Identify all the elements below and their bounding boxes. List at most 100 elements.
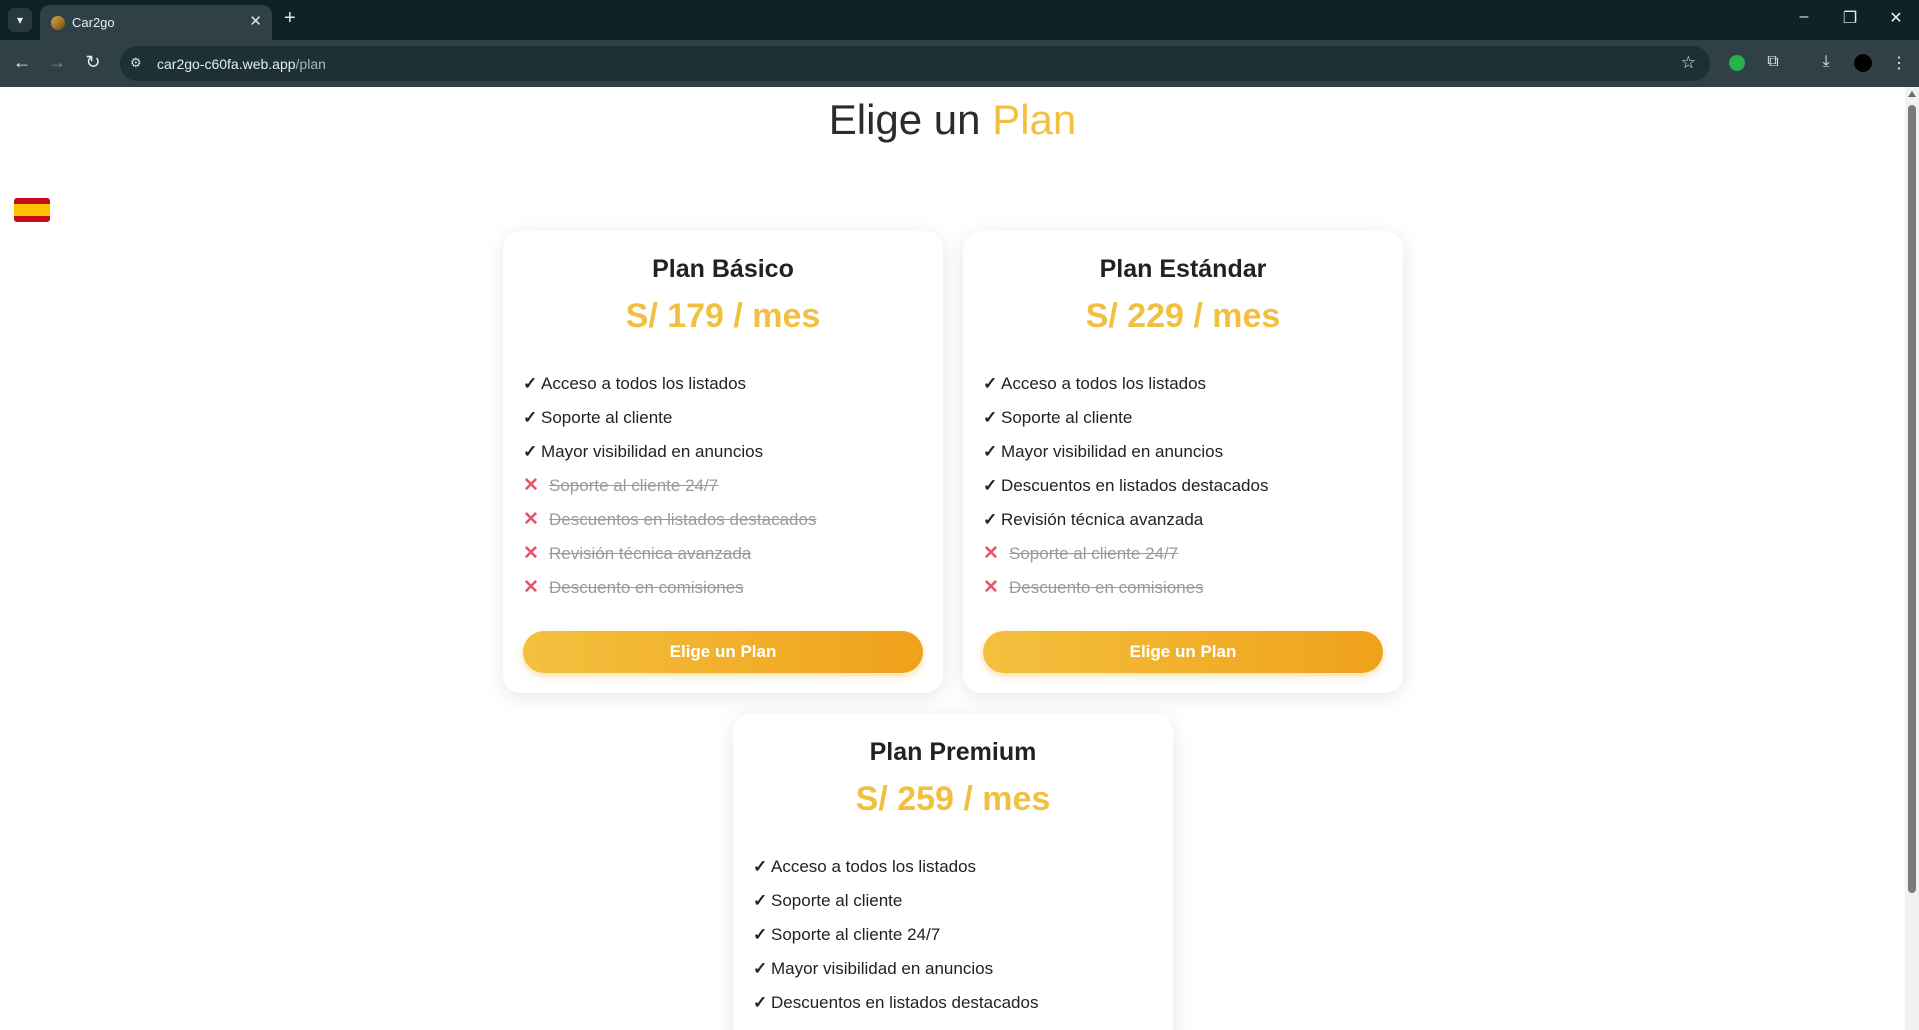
cross-icon: ✕ <box>523 509 539 530</box>
extension-icon[interactable] <box>1729 55 1745 71</box>
plan-name: Plan Básico <box>652 255 794 283</box>
check-icon: ✓ <box>753 891 768 910</box>
avatar[interactable] <box>1853 53 1873 73</box>
browser-toolbar: ← → ↻ ⚙ car2go-c60fa.web.app/plan ☆ ⧉ ⤓ … <box>0 40 1919 87</box>
spain-flag-icon[interactable] <box>14 198 50 222</box>
scroll-up-icon[interactable] <box>1908 91 1916 97</box>
feature-excluded: ✕ Soporte al cliente 24/7 <box>983 537 1268 571</box>
site-info-icon[interactable]: ⚙ <box>130 55 142 71</box>
feature-text: Descuentos en listados destacados <box>771 993 1039 1012</box>
check-icon: ✓ <box>753 959 768 978</box>
feature-included: ✓ Acceso a todos los listados <box>983 367 1268 401</box>
close-icon[interactable]: ✕ <box>249 12 262 30</box>
feature-text: Mayor visibilidad en anuncios <box>1001 442 1224 461</box>
feature-text: Descuento en comisiones <box>1009 578 1204 597</box>
feature-included: ✓ Mayor visibilidad en anuncios <box>753 952 1038 986</box>
choose-plan-button[interactable]: Elige un Plan <box>983 631 1383 673</box>
feature-text: Descuento en comisiones <box>549 578 744 597</box>
check-icon: ✓ <box>523 408 538 427</box>
feature-text: Soporte al cliente 24/7 <box>771 925 941 944</box>
plan-name: Plan Estándar <box>1099 255 1267 283</box>
tab-search-icon[interactable]: ▾ <box>8 8 32 32</box>
url-text[interactable]: car2go-c60fa.web.app/plan <box>157 56 326 72</box>
address-bar[interactable]: ⚙ car2go-c60fa.web.app/plan ☆ <box>120 46 1710 81</box>
minimize-icon[interactable]: – <box>1794 8 1814 26</box>
plus-icon[interactable]: + <box>284 7 296 30</box>
download-icon[interactable]: ⤓ <box>1815 53 1837 71</box>
plan-price: S/ 259 / mes <box>855 780 1051 818</box>
puzzle-icon[interactable]: ⧉ <box>1762 53 1784 71</box>
feature-excluded: ✕ Revisión técnica avanzada <box>523 537 816 571</box>
feature-included: ✓ Mayor visibilidad en anuncios <box>983 435 1268 469</box>
scrollbar-thumb[interactable] <box>1908 105 1916 893</box>
page-viewport: Elige un Plan Plan Básico S/ 179 / mes ✓… <box>0 87 1905 1030</box>
cross-icon: ✕ <box>523 475 539 496</box>
feature-excluded: ✕ Descuento en comisiones <box>523 571 816 605</box>
check-icon: ✓ <box>753 925 768 944</box>
restore-icon[interactable]: ❐ <box>1840 8 1860 28</box>
feature-text: Soporte al cliente <box>541 408 673 427</box>
feature-text: Acceso a todos los listados <box>1001 374 1207 393</box>
feature-list: ✓ Acceso a todos los listados ✓ Soporte al … <box>753 850 1038 1020</box>
cross-icon: ✕ <box>983 577 999 598</box>
feature-list: ✓ Acceso a todos los listados ✓ Soporte al … <box>983 367 1268 605</box>
url-host: car2go-c60fa.web.app <box>157 56 296 72</box>
check-icon: ✓ <box>983 510 998 529</box>
forward-icon[interactable]: → <box>46 52 68 73</box>
feature-text: Revisión técnica avanzada <box>1001 510 1204 529</box>
tab-title: Car2go <box>72 15 115 30</box>
feature-text: Soporte al cliente <box>1001 408 1133 427</box>
page-title-accent: Plan <box>992 96 1077 143</box>
feature-text: Mayor visibilidad en anuncios <box>541 442 764 461</box>
tab-car2go[interactable]: Car2go ✕ <box>40 5 272 40</box>
feature-text: Mayor visibilidad en anuncios <box>771 959 994 978</box>
plan-card-estandar: Plan Estándar S/ 229 / mes ✓ Acceso a tod… <box>963 231 1403 693</box>
page-title-main: Elige un <box>828 96 981 143</box>
choose-plan-button[interactable]: Elige un Plan <box>523 631 923 673</box>
tab-strip: ▾ Car2go ✕ + – ❐ ✕ <box>0 0 1919 40</box>
feature-included: ✓ Acceso a todos los listados <box>753 850 1038 884</box>
feature-included: ✓ Acceso a todos los listados <box>523 367 816 401</box>
feature-excluded: ✕ Descuentos en listados destacados <box>523 503 816 537</box>
feature-text: Soporte al cliente <box>771 891 903 910</box>
check-icon: ✓ <box>753 993 768 1012</box>
cross-icon: ✕ <box>523 577 539 598</box>
url-path: /plan <box>295 56 326 72</box>
feature-included: ✓ Soporte al cliente <box>753 884 1038 918</box>
feature-text: Descuentos en listados destacados <box>549 510 817 529</box>
feature-list: ✓ Acceso a todos los listados ✓ Soporte al … <box>523 367 816 605</box>
star-icon[interactable]: ☆ <box>1681 53 1696 73</box>
check-icon: ✓ <box>983 374 998 393</box>
check-icon: ✓ <box>523 374 538 393</box>
plan-price: S/ 179 / mes <box>625 297 821 335</box>
feature-included: ✓ Descuentos en listados destacados <box>753 986 1038 1020</box>
plan-price: S/ 229 / mes <box>1085 297 1281 335</box>
feature-included: ✓ Soporte al cliente <box>983 401 1268 435</box>
feature-included: ✓ Revisión técnica avanzada <box>983 503 1268 537</box>
cross-icon: ✕ <box>983 543 999 564</box>
feature-included: ✓ Mayor visibilidad en anuncios <box>523 435 816 469</box>
cross-icon: ✕ <box>523 543 539 564</box>
feature-text: Soporte al cliente 24/7 <box>1009 544 1179 563</box>
feature-text: Acceso a todos los listados <box>771 857 977 876</box>
favicon-icon <box>51 16 65 30</box>
feature-text: Soporte al cliente 24/7 <box>549 476 719 495</box>
feature-text: Acceso a todos los listados <box>541 374 747 393</box>
feature-text: Descuentos en listados destacados <box>1001 476 1269 495</box>
reload-icon[interactable]: ↻ <box>82 52 104 73</box>
plan-card-premium: Plan Premium S/ 259 / mes ✓ Acceso a todo… <box>733 714 1173 1030</box>
check-icon: ✓ <box>983 442 998 461</box>
back-icon[interactable]: ← <box>11 52 33 73</box>
feature-excluded: ✕ Soporte al cliente 24/7 <box>523 469 816 503</box>
check-icon: ✓ <box>753 857 768 876</box>
close-window-icon[interactable]: ✕ <box>1886 8 1906 28</box>
page-title: Elige un Plan <box>0 96 1905 144</box>
feature-included: ✓ Soporte al cliente <box>523 401 816 435</box>
page-scrollbar[interactable] <box>1905 87 1919 1030</box>
menu-icon[interactable]: ⋮ <box>1888 53 1910 73</box>
check-icon: ✓ <box>983 408 998 427</box>
plan-card-basico: Plan Básico S/ 179 / mes ✓ Acceso a todos… <box>503 231 943 693</box>
feature-text: Revisión técnica avanzada <box>549 544 752 563</box>
plan-name: Plan Premium <box>869 738 1037 766</box>
check-icon: ✓ <box>523 442 538 461</box>
